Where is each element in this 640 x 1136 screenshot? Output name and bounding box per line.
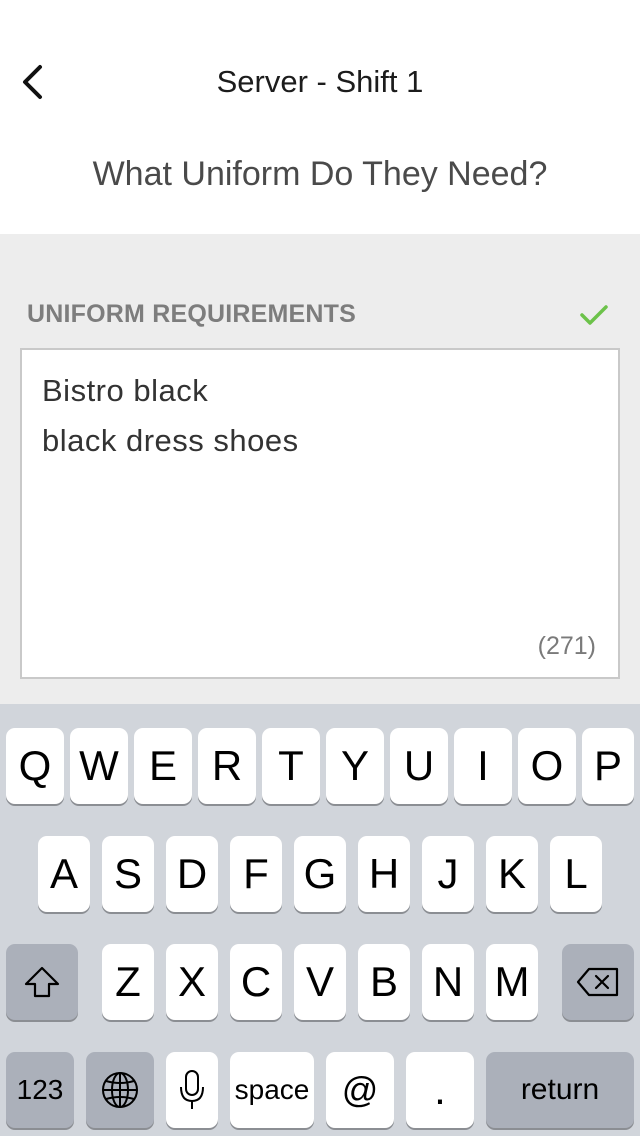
- key-q[interactable]: Q: [6, 728, 64, 804]
- key-f[interactable]: F: [230, 836, 282, 912]
- uniform-requirements-label: UNIFORM REQUIREMENTS: [27, 300, 356, 328]
- numbers-key[interactable]: 123: [6, 1052, 74, 1128]
- shift-icon: [24, 966, 60, 998]
- navigation-header: Server - Shift 1 What Uniform Do They Ne…: [0, 0, 640, 234]
- space-key[interactable]: space: [230, 1052, 314, 1128]
- key-r[interactable]: R: [198, 728, 256, 804]
- key-e[interactable]: E: [134, 728, 192, 804]
- key-l[interactable]: L: [550, 836, 602, 912]
- page-title: Server - Shift 1: [216, 64, 424, 99]
- question-heading: What Uniform Do They Need?: [92, 155, 548, 193]
- key-s[interactable]: S: [102, 836, 154, 912]
- key-d[interactable]: D: [166, 836, 218, 912]
- character-count: (271): [537, 632, 596, 660]
- key-o[interactable]: O: [518, 728, 576, 804]
- key-k[interactable]: K: [486, 836, 538, 912]
- key-z[interactable]: Z: [102, 944, 154, 1020]
- period-key[interactable]: .: [406, 1052, 474, 1128]
- return-key[interactable]: return: [486, 1052, 634, 1128]
- onscreen-keyboard: Q W E R T Y U I O P A S D F G H J K L Z …: [0, 704, 640, 1136]
- key-u[interactable]: U: [390, 728, 448, 804]
- microphone-icon: [180, 1070, 204, 1109]
- key-c[interactable]: C: [230, 944, 282, 1020]
- delete-key[interactable]: [562, 944, 634, 1020]
- key-w[interactable]: W: [70, 728, 128, 804]
- key-v[interactable]: V: [294, 944, 346, 1020]
- key-t[interactable]: T: [262, 728, 320, 804]
- key-i[interactable]: I: [454, 728, 512, 804]
- checkmark-icon: [580, 305, 608, 325]
- globe-icon: [102, 1072, 138, 1108]
- key-m[interactable]: M: [486, 944, 538, 1020]
- shift-key[interactable]: [6, 944, 78, 1020]
- key-g[interactable]: G: [294, 836, 346, 912]
- textarea-line-2: black dress shoes: [42, 423, 299, 458]
- key-p[interactable]: P: [582, 728, 634, 804]
- uniform-form: UNIFORM REQUIREMENTS Bistro black black …: [0, 234, 640, 704]
- microphone-key[interactable]: [166, 1052, 218, 1128]
- textarea-line-1: Bistro black: [42, 373, 209, 408]
- key-y[interactable]: Y: [326, 728, 384, 804]
- key-n[interactable]: N: [422, 944, 474, 1020]
- globe-key[interactable]: [86, 1052, 154, 1128]
- backspace-icon: [576, 967, 619, 997]
- key-h[interactable]: H: [358, 836, 410, 912]
- key-x[interactable]: X: [166, 944, 218, 1020]
- key-a[interactable]: A: [38, 836, 90, 912]
- at-key[interactable]: @: [326, 1052, 394, 1128]
- key-b[interactable]: B: [358, 944, 410, 1020]
- key-j[interactable]: J: [422, 836, 474, 912]
- uniform-requirements-textarea[interactable]: Bistro black black dress shoes (271): [20, 348, 620, 679]
